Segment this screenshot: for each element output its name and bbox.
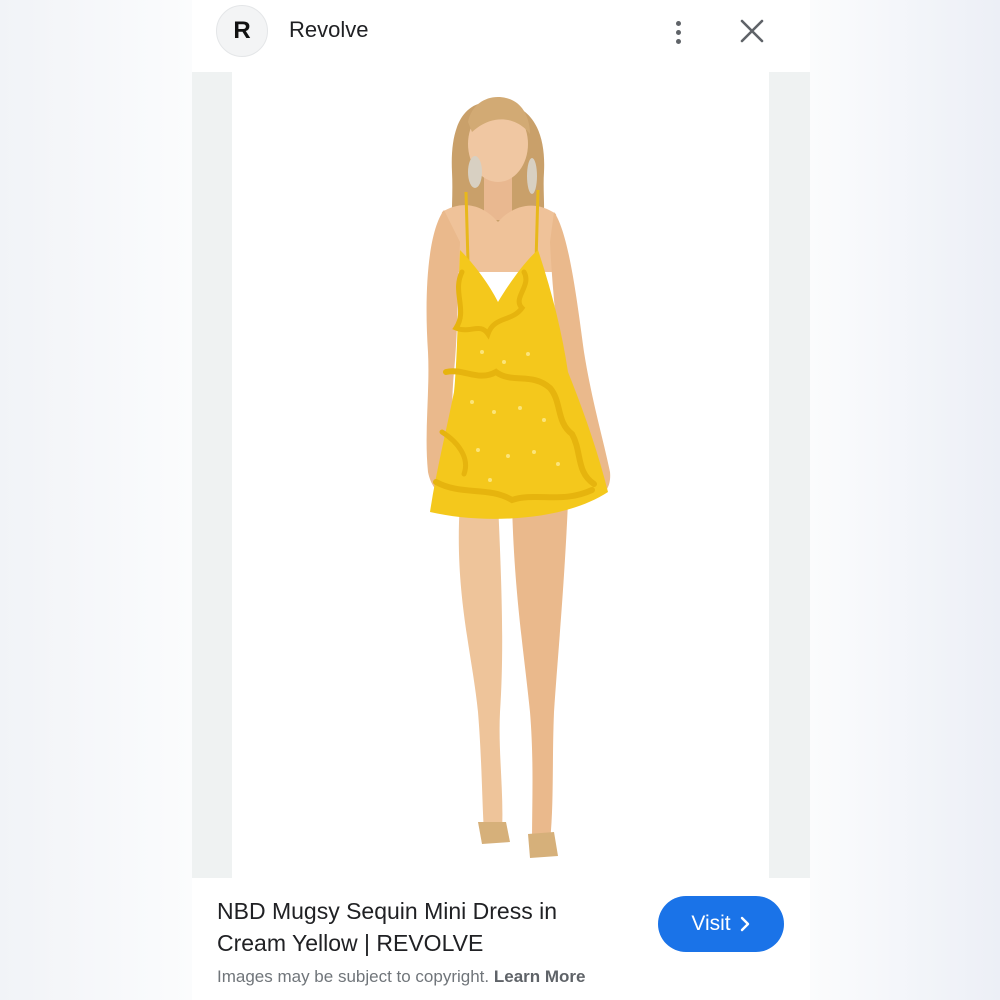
product-image[interactable] [232, 72, 769, 878]
image-panel [192, 72, 810, 878]
more-vertical-icon [675, 20, 681, 26]
visit-button[interactable]: Visit [658, 896, 784, 952]
learn-more-link[interactable]: Learn More [494, 967, 586, 986]
copyright-notice: Images may be subject to copyright. Lear… [217, 967, 586, 987]
close-button[interactable] [737, 16, 767, 46]
more-options-button[interactable] [660, 12, 696, 52]
backdrop-right [810, 0, 1000, 1000]
image-preview-card: R Revolve NBD Mugsy Sequin Mini Dress in… [192, 0, 810, 1000]
preview-header: R Revolve [192, 0, 810, 72]
backdrop-left [0, 0, 192, 1000]
site-avatar-letter: R [233, 17, 251, 44]
chevron-right-icon [740, 916, 749, 932]
site-avatar[interactable]: R [216, 5, 268, 57]
product-title-link[interactable]: NBD Mugsy Sequin Mini Dress in Cream Yel… [217, 895, 627, 959]
close-icon [740, 19, 764, 43]
dress-model-illustration [426, 97, 611, 858]
model-legs [458, 502, 503, 832]
visit-button-label: Visit [691, 912, 731, 935]
preview-footer: NBD Mugsy Sequin Mini Dress in Cream Yel… [192, 878, 810, 1000]
copyright-text: Images may be subject to copyright. [217, 967, 490, 986]
site-name[interactable]: Revolve [289, 17, 368, 43]
